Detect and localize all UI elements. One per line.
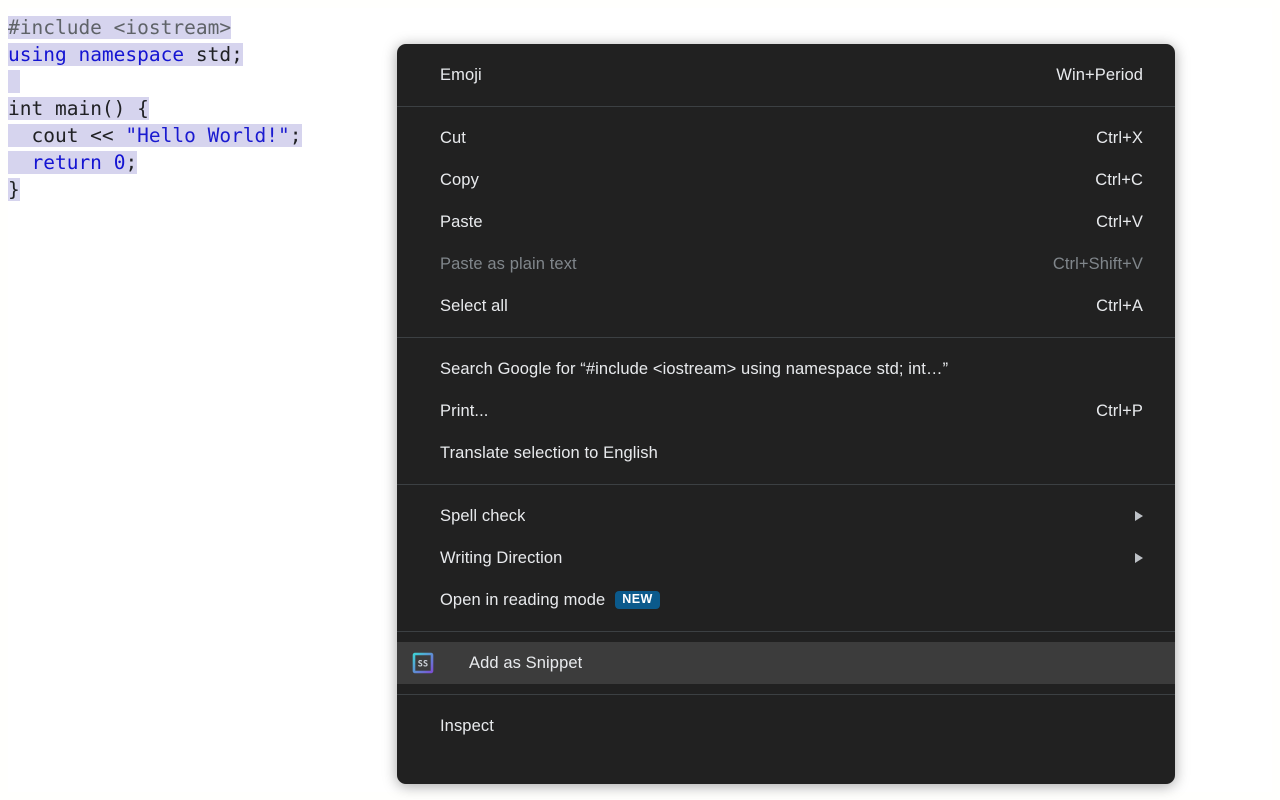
menu-item-paste[interactable]: Paste Ctrl+V	[397, 201, 1175, 243]
menu-item-label-row: Writing Direction	[440, 549, 839, 568]
menu-item-label-row: Add as Snippet	[469, 654, 863, 673]
menu-item-label: Add as Snippet	[469, 653, 583, 672]
menu-item-label-row: Spell check	[440, 507, 820, 526]
code-token: main() {	[43, 97, 149, 120]
code-token: "Hello World!"	[125, 124, 290, 147]
menu-section: Emoji Win+Period	[397, 44, 1175, 106]
menu-item-label: Select all	[440, 296, 508, 315]
menu-item-emoji[interactable]: Emoji Win+Period	[397, 54, 1175, 96]
menu-item-shortcut: Win+Period	[1056, 65, 1144, 84]
menu-item-label: Emoji	[440, 65, 482, 84]
menu-item-label: Spell check	[440, 506, 526, 525]
code-text[interactable]: #include <iostream> using namespace std;…	[8, 16, 302, 201]
menu-section: Spell check Writing Direction Open in read…	[397, 485, 1175, 631]
context-menu[interactable]: Emoji Win+Period Cut Ctrl+X Copy Ctrl+C Paste C…	[397, 44, 1175, 784]
code-token: std;	[184, 43, 243, 66]
menu-section: Search Google for “#include <iostream> u…	[397, 338, 1175, 484]
menu-item-label-row: Open in reading mode NEW	[440, 591, 901, 610]
code-line: using namespace std;	[8, 43, 243, 66]
menu-item-label: Paste as plain text	[440, 254, 577, 273]
menu-item-paste-as-plain-text: Paste as plain text Ctrl+Shift+V	[397, 243, 1175, 285]
menu-item-label-row: Print...	[440, 402, 780, 421]
menu-item-print[interactable]: Print... Ctrl+P	[397, 390, 1175, 432]
menu-item-open-in-reading-mode[interactable]: Open in reading mode NEW	[397, 579, 1175, 621]
code-line: return 0;	[8, 151, 138, 174]
code-token: <iostream>	[113, 16, 232, 39]
menu-item-label: Cut	[440, 128, 466, 147]
menu-item-shortcut: Ctrl+V	[1096, 212, 1144, 231]
menu-item-label-row: Search Google for “#include <iostream> u…	[440, 360, 1046, 379]
code-token: using	[8, 43, 67, 66]
menu-item-writing-direction[interactable]: Writing Direction	[397, 537, 1175, 579]
menu-item-add-as-snippet[interactable]: SS Add as Snippet	[397, 642, 1175, 684]
code-line: cout << "Hello World!";	[8, 124, 302, 147]
code-line	[8, 70, 20, 93]
menu-item-inspect[interactable]: Inspect	[397, 705, 1175, 747]
menu-item-label-row: Select all	[440, 297, 790, 316]
submenu-arrow-icon	[1135, 511, 1144, 521]
code-token: return	[31, 151, 102, 174]
menu-item-label-row: Copy	[440, 171, 775, 190]
menu-section: SS Add as Snippet	[397, 632, 1175, 694]
code-line: #include <iostream>	[8, 16, 232, 39]
menu-item-label: Paste	[440, 212, 483, 231]
new-badge: NEW	[615, 591, 660, 609]
snippet-icon: SS	[412, 652, 434, 674]
menu-section: Cut Ctrl+X Copy Ctrl+C Paste Ctrl+V Paste as p…	[397, 107, 1175, 337]
code-line: }	[8, 178, 20, 201]
context-menu-body: Emoji Win+Period Cut Ctrl+X Copy Ctrl+C Paste C…	[397, 44, 1175, 757]
menu-item-label: Writing Direction	[440, 548, 563, 567]
menu-item-shortcut: Ctrl+P	[1096, 401, 1144, 420]
menu-item-label: Copy	[440, 170, 479, 189]
code-token: ;	[125, 151, 138, 174]
menu-item-select-all[interactable]: Select all Ctrl+A	[397, 285, 1175, 327]
code-token: 0	[113, 151, 126, 174]
menu-item-label-row: Paste	[440, 213, 777, 232]
menu-item-search-google-for-include-iostream[interactable]: Search Google for “#include <iostream> u…	[397, 348, 1175, 390]
menu-item-label-row: Cut	[440, 129, 769, 148]
menu-item-label: Inspect	[440, 716, 494, 735]
menu-item-label-row: Inspect	[440, 717, 818, 736]
menu-section: Inspect	[397, 695, 1175, 757]
code-line: int main() {	[8, 97, 149, 120]
menu-item-cut[interactable]: Cut Ctrl+X	[397, 117, 1175, 159]
menu-item-label: Open in reading mode	[440, 590, 606, 609]
menu-item-translate-selection-to-english[interactable]: Translate selection to English	[397, 432, 1175, 474]
menu-item-shortcut: Ctrl+Shift+V	[1052, 254, 1144, 273]
code-token: cout <<	[8, 124, 126, 147]
code-token: #include	[8, 16, 114, 39]
menu-item-label: Search Google for “#include <iostream> u…	[440, 359, 949, 378]
menu-item-label-row: Translate selection to English	[440, 444, 900, 463]
code-token: int	[8, 97, 44, 120]
code-token: }	[8, 178, 20, 201]
menu-item-label: Print...	[440, 401, 489, 420]
menu-item-label-row: Paste as plain text	[440, 255, 803, 274]
screen: #include <iostream> using namespace std;…	[0, 0, 1280, 800]
menu-item-label: Translate selection to English	[440, 443, 658, 462]
menu-item-shortcut: Ctrl+C	[1095, 170, 1144, 189]
menu-item-spell-check[interactable]: Spell check	[397, 495, 1175, 537]
menu-item-label-row: Emoji	[440, 66, 757, 85]
menu-item-copy[interactable]: Copy Ctrl+C	[397, 159, 1175, 201]
submenu-arrow-icon	[1135, 553, 1143, 563]
menu-item-shortcut: Ctrl+A	[1096, 296, 1144, 315]
menu-item-shortcut: Ctrl+X	[1096, 128, 1144, 147]
code-token: namespace	[78, 43, 185, 66]
code-token: ;	[289, 124, 302, 147]
svg-text:SS: SS	[418, 660, 428, 670]
